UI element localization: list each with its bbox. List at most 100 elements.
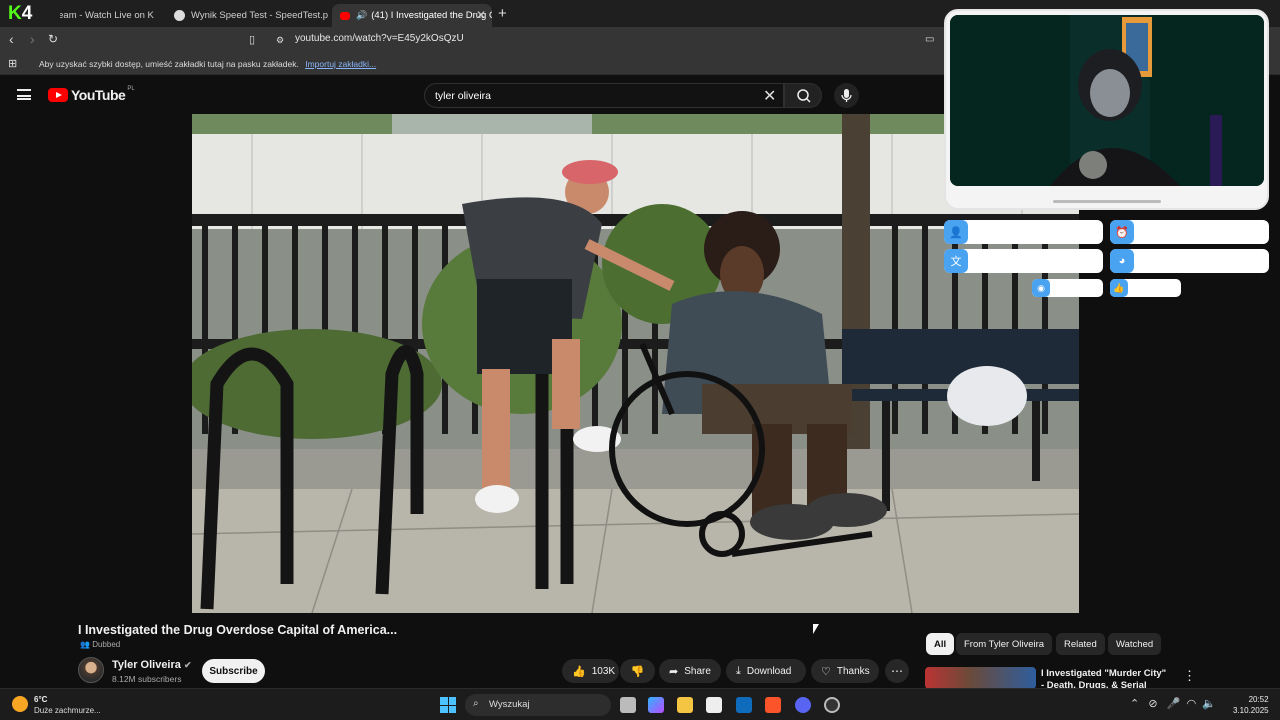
channel-name[interactable]: Tyler Oliveira ✔: [112, 659, 192, 671]
task-view-icon[interactable]: [620, 697, 636, 713]
taskbar-search[interactable]: ⌕ Wyszukaj: [465, 694, 611, 716]
dubbed-label: Dubbed: [92, 640, 121, 649]
thanks-button[interactable]: ♡ Thanks: [811, 659, 879, 683]
overlay-button-user[interactable]: 👤: [944, 220, 1103, 244]
weather-description: Duże zachmurze...: [34, 706, 101, 715]
chip-watched[interactable]: Watched: [1108, 633, 1162, 655]
overlay-button-translate[interactable]: 文: [944, 249, 1103, 273]
overlay-button-likes[interactable]: 👍: [1110, 279, 1181, 297]
chip-all[interactable]: All: [926, 633, 955, 655]
search-button[interactable]: [784, 83, 822, 108]
clock-time: 20:52: [1248, 695, 1269, 704]
subscribe-button[interactable]: Subscribe: [202, 659, 265, 683]
close-tab-icon[interactable]: ✕: [476, 8, 486, 22]
channel-avatar[interactable]: [78, 657, 104, 683]
microphone-tray-icon[interactable]: 🎤: [1167, 698, 1181, 710]
share-button[interactable]: ➦ Share: [659, 659, 721, 683]
hamburger-menu-icon[interactable]: [17, 89, 31, 100]
temperature: 6°C: [34, 695, 48, 704]
webcam-image: [950, 15, 1264, 186]
network-off-icon[interactable]: ⊘: [1148, 698, 1157, 710]
thanks-icon: ♡: [821, 665, 831, 678]
country-code: PL: [127, 86, 135, 92]
search-query: tyler oliveira: [435, 90, 492, 102]
download-label: Download: [746, 665, 792, 677]
bookmarks-hint: Aby uzyskać szybki dostęp, umieść zakład…: [39, 59, 299, 69]
more-actions-button[interactable]: ⋯: [885, 659, 909, 683]
brave-browser-icon[interactable]: [765, 697, 781, 713]
file-explorer-icon[interactable]: [677, 697, 693, 713]
taskbar-search-placeholder: Wyszukaj: [489, 699, 530, 710]
share-label: Share: [684, 665, 711, 677]
tab-label: (41) I Investigated the Drug O: [371, 10, 492, 21]
recommendation-thumbnail[interactable]: [925, 667, 1036, 689]
eye-icon: ◉: [1032, 279, 1050, 297]
apps-grid-icon[interactable]: ⊞: [8, 57, 17, 70]
bookmark-icon[interactable]: ▯: [249, 33, 255, 46]
cast-icon[interactable]: ▭: [925, 34, 934, 45]
reload-icon[interactable]: ↻: [48, 32, 58, 46]
like-button[interactable]: 👍 103K: [562, 659, 619, 683]
thumbs-down-icon: 👎: [630, 665, 645, 678]
wifi-icon[interactable]: ◠: [1187, 698, 1197, 710]
logo-number: 4: [21, 2, 33, 24]
volume-icon[interactable]: 🔈: [1202, 698, 1216, 710]
search-icon: [797, 89, 811, 103]
overlay-button-views[interactable]: ◉: [1032, 279, 1103, 297]
kick-logo: K4: [8, 2, 60, 25]
import-bookmarks-link[interactable]: Importuj zakładki...: [305, 59, 376, 69]
outlook-icon[interactable]: [736, 697, 752, 713]
recommendation-title[interactable]: I Investigated "Murder City" - Death, Dr…: [1041, 668, 1171, 688]
site-info-icon[interactable]: ⚙: [276, 35, 284, 46]
discord-taskbar-icon[interactable]: [795, 697, 811, 713]
channel-name-text: Tyler Oliveira: [112, 659, 181, 671]
thumbs-up-overlay-icon: 👍: [1110, 279, 1128, 297]
dubbed-badge: 👥 Dubbed: [80, 640, 120, 649]
chip-from-channel[interactable]: From Tyler Oliveira: [956, 633, 1053, 655]
clear-search-icon[interactable]: ✕: [763, 86, 776, 106]
kick-k-icon: K: [8, 2, 22, 24]
recommendation-menu-icon[interactable]: ⋮: [1183, 668, 1196, 684]
new-tab-button[interactable]: +: [498, 5, 507, 22]
search-input[interactable]: tyler oliveira ✕: [424, 83, 784, 108]
weather-icon: [12, 696, 28, 712]
system-clock[interactable]: 20:52 3.10.2025: [1233, 694, 1269, 716]
user-icon: 👤: [944, 220, 968, 244]
youtube-logo[interactable]: YouTube PL: [48, 86, 135, 103]
address-bar[interactable]: youtube.com/watch?v=E45y2kOsQzU: [295, 33, 464, 44]
tab-speedtest[interactable]: Wynik Speed Test - SpeedTest.pl: [166, 4, 328, 27]
download-icon: ⤓: [736, 664, 741, 677]
mouse-cursor: [813, 624, 819, 634]
tab-youtube[interactable]: 🔊 (41) I Investigated the Drug O ✕: [332, 4, 492, 27]
chip-related[interactable]: Related: [1056, 633, 1105, 655]
share-icon: ➦: [669, 665, 679, 678]
forward-icon[interactable]: ›: [30, 31, 35, 47]
youtube-favicon-icon: [340, 11, 350, 20]
alarm-clock-icon: ⏰: [1110, 220, 1134, 244]
tab-label: Wynik Speed Test - SpeedTest.pl: [191, 10, 328, 21]
voice-search-button[interactable]: [834, 83, 859, 108]
audio-playing-icon[interactable]: 🔊: [356, 10, 367, 21]
microsoft-store-icon[interactable]: [706, 697, 722, 713]
copilot-icon[interactable]: [648, 697, 664, 713]
discord-icon: ◕: [1110, 249, 1134, 273]
app-icon[interactable]: [824, 697, 840, 713]
subscriber-count: 8.12M subscribers: [112, 674, 182, 684]
windows-start-icon[interactable]: [440, 697, 456, 713]
overlay-button-alarm[interactable]: ⏰: [1110, 220, 1269, 244]
translate-icon: 文: [944, 249, 968, 273]
tray-chevron-icon[interactable]: ⌃: [1130, 698, 1139, 710]
thumbs-up-icon: 👍: [572, 665, 586, 678]
back-icon[interactable]: ‹: [9, 31, 14, 47]
dislike-button[interactable]: 👎: [620, 659, 655, 683]
overlay-button-discord[interactable]: ◕: [1110, 249, 1269, 273]
download-button[interactable]: ⤓ Download: [726, 659, 806, 683]
taskbar-search-icon: ⌕: [473, 698, 479, 709]
windows-taskbar: 6°C Duże zachmurze... ⌕ Wyszukaj ⌃ ⊘ 🎤 ◠…: [0, 688, 1280, 720]
tab-label: Stream - Watch Live on K: [46, 10, 154, 21]
system-tray[interactable]: ⌃ ⊘ 🎤 ◠ 🔈: [1130, 697, 1216, 710]
youtube-wordmark: YouTube: [71, 87, 126, 103]
speedtest-icon: [174, 10, 185, 21]
like-count: 103K: [591, 665, 616, 677]
thanks-label: Thanks: [836, 665, 870, 677]
